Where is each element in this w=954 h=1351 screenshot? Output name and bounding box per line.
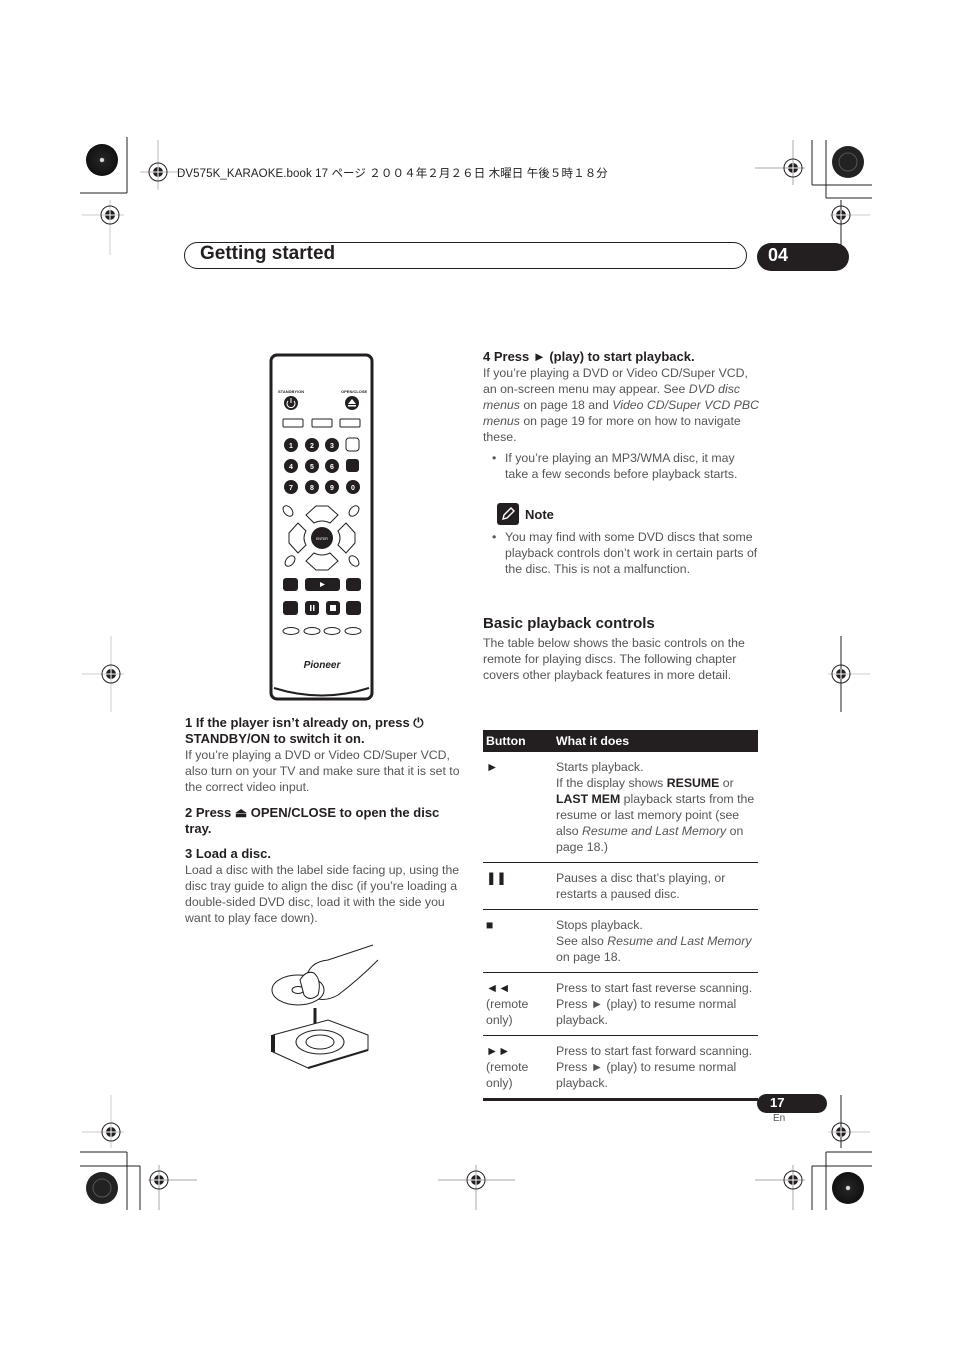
- pause-description: Pauses a disc that’s playing, or restart…: [553, 862, 758, 910]
- svg-text:1: 1: [289, 443, 293, 450]
- svg-text:7: 7: [289, 485, 293, 492]
- play-description: Starts playback. If the display shows RE…: [553, 752, 758, 863]
- table-header-row: Button What it does: [483, 730, 758, 752]
- page-number: 17: [770, 1095, 785, 1110]
- table-row-stop: ■ Stops playback. See also Resume and La…: [483, 909, 758, 973]
- column-header-button: Button: [483, 730, 553, 752]
- step-2: 2 Press ⏏ OPEN/CLOSE to open the disc tr…: [185, 805, 460, 837]
- svg-text:2: 2: [310, 443, 314, 450]
- svg-text:9: 9: [330, 485, 334, 492]
- column-header-description: What it does: [553, 730, 758, 752]
- open-close-label: OPEN/CLOSE: [341, 389, 368, 394]
- standby-label: STANDBY/ON: [278, 389, 304, 394]
- step-1-body: If you’re playing a DVD or Video CD/Supe…: [185, 748, 460, 794]
- section-title: Basic playback controls: [483, 615, 655, 632]
- crop-marks-bottom-center: [438, 1165, 515, 1210]
- fast-reverse-icon: ◄◄: [486, 981, 511, 995]
- reverse-description: Press to start fast reverse scanning. Pr…: [553, 972, 758, 1036]
- svg-text:5: 5: [310, 464, 314, 471]
- step-1: 1 If the player isn’t already on, press …: [185, 715, 460, 795]
- svg-text:8: 8: [310, 485, 314, 492]
- svg-text:6: 6: [330, 464, 334, 471]
- forward-cell: ►► (remote only): [483, 1035, 553, 1101]
- svg-text:0: 0: [351, 485, 355, 492]
- page-number-badge: [757, 1094, 827, 1113]
- brand-logo: Pioneer: [304, 660, 342, 671]
- controls-table: Button What it does ► Starts playback. I…: [483, 730, 758, 1101]
- step-3: 3 Load a disc. Load a disc with the labe…: [185, 846, 460, 926]
- svg-text:ENTER: ENTER: [316, 537, 328, 541]
- table-row-forward: ►► (remote only) Press to start fast for…: [483, 1035, 758, 1101]
- section-intro: The table below shows the basic controls…: [483, 636, 745, 682]
- pause-icon: ❚❚: [483, 862, 553, 910]
- reverse-cell: ◄◄ (remote only): [483, 972, 553, 1036]
- table-row-reverse: ◄◄ (remote only) Press to start fast rev…: [483, 972, 758, 1036]
- chapter-number: 04: [768, 245, 789, 265]
- disc-loading-illustration: [271, 944, 379, 1069]
- page-language: En: [773, 1113, 786, 1124]
- crop-marks-bottom-left: [80, 1095, 197, 1210]
- remote-control-illustration: STANDBY/ON OPEN/CLOSE 1 2 3 4 5 6 7 8 9 …: [269, 353, 374, 701]
- step-3-heading: 3 Load a disc.: [185, 846, 271, 861]
- forward-description: Press to start fast forward scanning. Pr…: [553, 1035, 758, 1101]
- step-4-body: If you’re playing a DVD or Video CD/Supe…: [483, 366, 759, 444]
- note-bullet: You may find with some DVD discs that so…: [483, 529, 767, 577]
- table-row-play: ► Starts playback. If the display shows …: [483, 752, 758, 863]
- stop-icon: ■: [483, 909, 553, 973]
- step-4-bullet: If you’re playing an MP3/WMA disc, it ma…: [483, 450, 759, 482]
- crop-marks-top-left: [80, 137, 185, 255]
- crop-marks-top-right: [755, 140, 872, 255]
- step-4-heading: 4 Press ► (play) to start playback.: [483, 349, 695, 364]
- chapter-title: Getting started: [200, 243, 336, 264]
- step-1-heading: 1 If the player isn’t already on, press …: [185, 715, 424, 746]
- print-marks: [80, 137, 872, 1210]
- fast-forward-icon: ►►: [486, 1044, 511, 1058]
- pencil-note-icon: [497, 503, 519, 525]
- note-header: Note: [497, 503, 554, 525]
- table-row-pause: ❚❚ Pauses a disc that’s playing, or rest…: [483, 862, 758, 910]
- stop-description: Stops playback. See also Resume and Last…: [553, 909, 758, 973]
- step-4: 4 Press ► (play) to start playback. If y…: [483, 349, 759, 482]
- svg-text:4: 4: [289, 464, 293, 471]
- step-3-body: Load a disc with the label side facing u…: [185, 863, 460, 925]
- play-icon: ►: [483, 752, 553, 863]
- controls-table-wrapper: Button What it does ► Starts playback. I…: [483, 730, 758, 1101]
- step-2-heading: 2 Press ⏏ OPEN/CLOSE to open the disc tr…: [185, 805, 440, 836]
- svg-text:3: 3: [330, 443, 334, 450]
- print-header: DV575K_KARAOKE.book 17 ページ ２００４年２月２６日 木曜…: [177, 168, 608, 180]
- note-label: Note: [525, 506, 554, 522]
